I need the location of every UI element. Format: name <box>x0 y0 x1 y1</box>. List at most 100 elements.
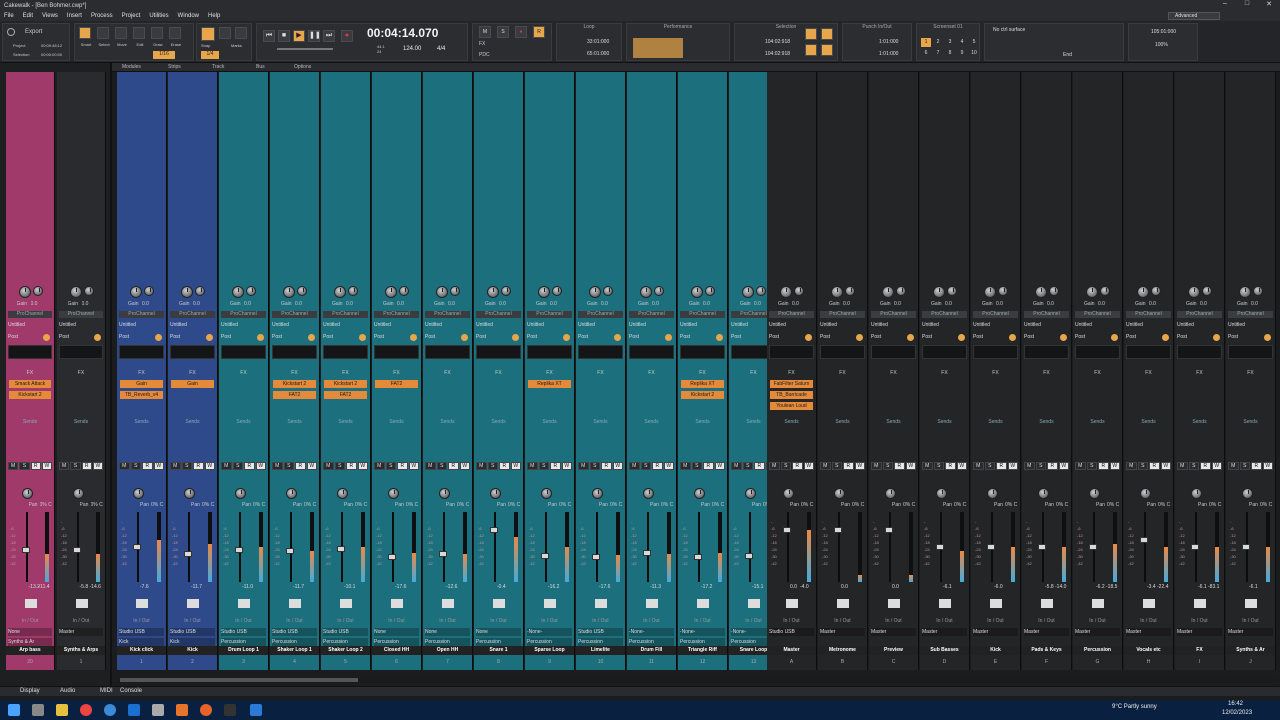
menu-window[interactable]: Window <box>178 13 199 19</box>
fx-plugin[interactable]: Replika XT <box>681 380 724 388</box>
input-echo-icon[interactable] <box>391 599 403 608</box>
prochannel-preset[interactable]: Untitled <box>323 322 368 329</box>
power-icon[interactable] <box>958 334 965 341</box>
button-r[interactable]: R <box>30 462 41 470</box>
button-m[interactable]: M <box>374 462 385 470</box>
volume-fader[interactable] <box>745 552 753 559</box>
tool-smart-icon[interactable] <box>79 27 91 39</box>
button-w[interactable]: W <box>41 462 52 470</box>
button-m[interactable]: M <box>731 462 742 470</box>
pan-knob-lower[interactable] <box>184 488 195 499</box>
pan-knob[interactable] <box>794 286 804 296</box>
button-w[interactable]: W <box>803 462 814 470</box>
read-all-button[interactable]: R <box>533 26 545 38</box>
weather-text[interactable]: 9°C Partly sunny <box>1112 704 1157 710</box>
power-icon[interactable] <box>512 334 519 341</box>
pan-knob[interactable] <box>705 286 715 296</box>
button-s[interactable]: S <box>232 462 243 470</box>
button-s[interactable]: S <box>831 462 842 470</box>
io-select[interactable]: None <box>425 628 470 636</box>
volume-fader[interactable] <box>184 550 192 557</box>
button-s[interactable]: S <box>19 462 30 470</box>
pan-knob[interactable] <box>998 286 1008 296</box>
button-r[interactable]: R <box>397 462 408 470</box>
menu-process[interactable]: Process <box>91 13 113 19</box>
input-echo-icon[interactable] <box>837 599 849 608</box>
cakewalk-icon[interactable] <box>176 704 188 716</box>
pan-knob-lower[interactable] <box>1242 488 1253 499</box>
sends-label[interactable]: Sends <box>1228 419 1273 426</box>
button-w[interactable]: W <box>905 462 916 470</box>
pan-knob[interactable] <box>144 286 154 296</box>
mail-icon[interactable] <box>128 704 140 716</box>
prochannel-label[interactable]: ProChannel <box>1075 311 1120 318</box>
input-echo-icon[interactable] <box>1041 599 1053 608</box>
io-select[interactable]: Percussion <box>476 638 521 646</box>
button-m[interactable]: M <box>170 462 181 470</box>
sends-label[interactable]: Sends <box>1075 419 1120 426</box>
button-w[interactable]: W <box>306 462 317 470</box>
eq-curve[interactable] <box>476 345 521 359</box>
volume-fader[interactable] <box>1038 543 1046 550</box>
bottom-tab-display[interactable]: Display <box>20 688 40 694</box>
io-select[interactable]: Percussion <box>272 638 317 646</box>
volume-fader[interactable] <box>541 552 549 559</box>
power-icon[interactable] <box>359 334 366 341</box>
button-m[interactable]: M <box>1075 462 1086 470</box>
pan-knob[interactable] <box>83 286 94 296</box>
power-icon[interactable] <box>308 334 315 341</box>
fx-plugin[interactable]: FAT2 <box>273 391 316 399</box>
pan-knob[interactable] <box>756 286 766 296</box>
sends-label[interactable]: Sends <box>272 419 317 426</box>
power-icon[interactable] <box>1264 334 1271 341</box>
input-echo-icon[interactable] <box>340 599 352 608</box>
sends-label[interactable]: Sends <box>922 419 967 426</box>
gain-knob[interactable] <box>1239 286 1251 298</box>
app-icon[interactable] <box>152 704 164 716</box>
screenset-3[interactable]: 3 <box>945 38 955 47</box>
marks-icon[interactable] <box>235 27 247 39</box>
pan-knob-lower[interactable] <box>1089 488 1100 499</box>
gain-knob[interactable] <box>933 286 945 298</box>
pan-knob-lower[interactable] <box>783 488 794 499</box>
prochannel-label[interactable]: ProChannel <box>425 311 470 318</box>
button-m[interactable]: M <box>769 462 780 470</box>
button-s[interactable]: S <box>1239 462 1250 470</box>
strip-name[interactable]: Kick <box>971 646 1020 655</box>
prochannel-label[interactable]: ProChannel <box>680 311 725 318</box>
sends-label[interactable]: Sends <box>221 419 266 426</box>
power-icon[interactable] <box>155 334 162 341</box>
volume-fader[interactable] <box>987 543 995 550</box>
play-icon[interactable]: ▶ <box>293 30 305 42</box>
eq-curve[interactable] <box>425 345 470 359</box>
io-select[interactable]: Studio USB <box>221 628 266 636</box>
prochannel-preset[interactable]: Untitled <box>170 322 215 329</box>
input-echo-icon[interactable] <box>238 599 250 608</box>
minimize-icon[interactable]: – <box>1214 0 1236 8</box>
volume-fader[interactable] <box>783 527 791 534</box>
input-echo-icon[interactable] <box>75 599 88 608</box>
end-select[interactable]: End <box>1063 52 1072 58</box>
selection-end[interactable]: 104:02:918 <box>765 51 790 57</box>
io-select[interactable]: Master <box>1075 628 1120 636</box>
prochannel-label[interactable]: ProChannel <box>272 311 317 318</box>
prochannel-label[interactable]: ProChannel <box>59 311 103 318</box>
sends-label[interactable]: Sends <box>425 419 470 426</box>
volume-fader[interactable] <box>388 554 396 560</box>
firefox-icon[interactable] <box>200 704 212 716</box>
strip-name[interactable]: Master <box>767 646 816 655</box>
volume-fader[interactable] <box>834 527 842 534</box>
gain-knob[interactable] <box>181 286 193 298</box>
maximize-icon[interactable]: □ <box>1236 0 1258 8</box>
io-select[interactable]: Kick <box>170 638 215 646</box>
button-r[interactable]: R <box>652 462 663 470</box>
eq-curve[interactable] <box>769 345 814 359</box>
button-m[interactable]: M <box>1024 462 1035 470</box>
fx-plugin[interactable]: FAT2 <box>375 380 418 388</box>
power-icon[interactable] <box>805 334 812 341</box>
eq-curve[interactable] <box>374 345 419 359</box>
tool-edit-icon[interactable] <box>133 27 145 39</box>
gain-knob[interactable] <box>882 286 894 298</box>
settings-icon[interactable] <box>7 28 15 36</box>
prochannel-preset[interactable]: Untitled <box>221 322 266 329</box>
